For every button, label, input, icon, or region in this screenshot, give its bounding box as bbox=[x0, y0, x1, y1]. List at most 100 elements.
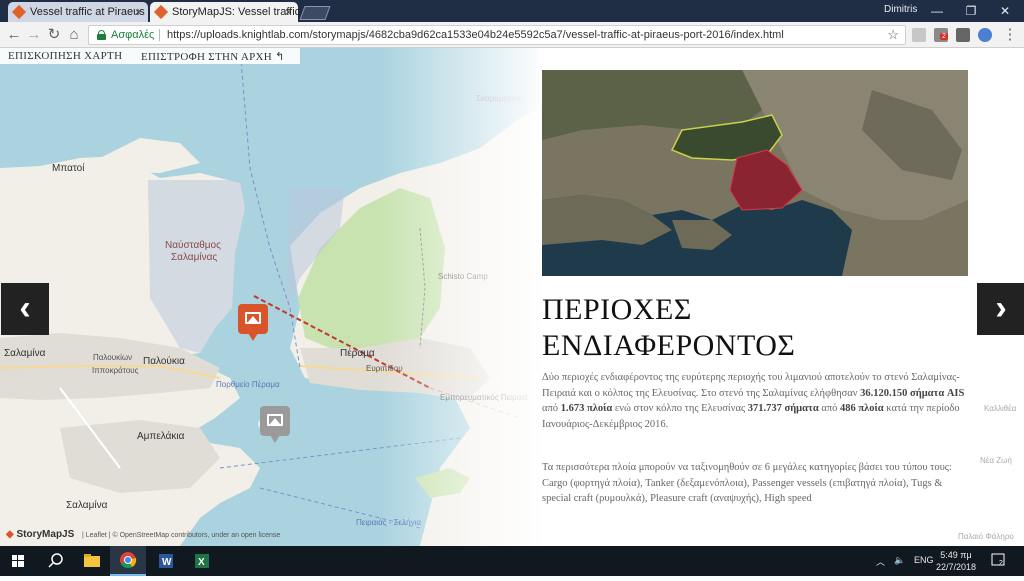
story-marker[interactable] bbox=[260, 406, 290, 443]
extension-notify-icon[interactable]: 2 bbox=[934, 28, 948, 42]
taskbar: W X ︿ 🔈 ENG 5:49 πμ 22/7/2018 2 bbox=[0, 546, 1024, 576]
tab-label: Vessel traffic at Piraeus p bbox=[30, 6, 148, 18]
p1-text-g: από bbox=[818, 403, 840, 414]
clock-date: 22/7/2018 bbox=[935, 562, 977, 572]
slide-paragraph-1: Δύο περιοχές ενδιαφέροντος της ευρύτερης… bbox=[542, 370, 972, 432]
start-button[interactable] bbox=[0, 546, 36, 576]
reload-button[interactable]: ↻ bbox=[44, 25, 64, 45]
file-explorer-button[interactable] bbox=[74, 546, 110, 576]
notifications-button[interactable]: 2 bbox=[990, 552, 1006, 568]
tab-label: StoryMapJS: Vessel traffic bbox=[172, 6, 298, 18]
search-icon bbox=[48, 553, 63, 568]
overview-button[interactable]: ΕΠΙΣΚΟΠΗΣΗ ΧΑΡΤΗ bbox=[8, 50, 122, 62]
restore-button[interactable]: ❐ bbox=[954, 0, 988, 22]
volume-icon[interactable]: 🔈 bbox=[894, 555, 905, 566]
map-label-perama: Πέραμα bbox=[340, 348, 375, 359]
clock[interactable]: 5:49 πμ 22/7/2018 bbox=[934, 549, 978, 573]
basemap bbox=[0, 48, 540, 546]
map-panel[interactable]: Μπατοί Ναύσταθμος Σαλαμίνας Schisto Camp… bbox=[0, 48, 540, 546]
svg-text:W: W bbox=[162, 557, 172, 568]
map-label-naval-base: Ναύσταθμος bbox=[165, 240, 221, 251]
slide-headline: ΠΕΡΙΟΧΕΣ ΕΝΔΙΑΦΕΡΟΝΤΟΣ bbox=[542, 292, 972, 364]
map-label-mpatoi: Μπατοί bbox=[52, 163, 85, 174]
profile-name[interactable]: Dimitris bbox=[884, 4, 917, 15]
minimize-button[interactable]: — bbox=[920, 0, 954, 22]
headline-line-2: ΕΝΔΙΑΦΕΡΟΝΤΟΣ bbox=[542, 329, 796, 362]
map-label-kallithea: Καλλιθέα bbox=[984, 404, 1017, 413]
lock-icon bbox=[97, 30, 106, 40]
browser-toolbar: ← → ↻ ⌂ Ασφαλές https://uploads.knightla… bbox=[0, 22, 1024, 48]
map-label-route-selinia: Πειραιάς - Σελήνια bbox=[356, 518, 422, 527]
camera-extension-icon[interactable] bbox=[956, 28, 970, 42]
excel-icon: X bbox=[195, 554, 209, 568]
new-tab-button[interactable] bbox=[299, 6, 331, 20]
tray-chevron-icon[interactable]: ︿ bbox=[876, 555, 885, 568]
chrome-icon bbox=[120, 552, 137, 569]
url-text[interactable]: https://uploads.knightlab.com/storymapjs… bbox=[167, 26, 784, 44]
map-label-ampelakia: Αμπελάκια bbox=[137, 431, 185, 442]
word-taskbar-button[interactable]: W bbox=[148, 546, 184, 576]
language-indicator[interactable]: ENG bbox=[914, 555, 934, 565]
storymapjs-logo[interactable]: ◆ StoryMapJS bbox=[6, 529, 74, 540]
tab-close-icon[interactable]: × bbox=[135, 2, 142, 22]
tab-storymapjs[interactable]: StoryMapJS: Vessel traffic × bbox=[150, 2, 298, 22]
map-label-road-ippokratous: Ιπποκράτους bbox=[92, 366, 139, 375]
map-label-paloukia: Παλούκια bbox=[143, 356, 185, 367]
clock-time: 5:49 πμ bbox=[940, 550, 972, 560]
word-icon: W bbox=[159, 554, 173, 568]
map-label-salamina-west: Σαλαμίνα bbox=[4, 348, 46, 359]
extension-icon[interactable] bbox=[912, 28, 926, 42]
headline-line-1: ΠΕΡΙΟΧΕΣ bbox=[542, 293, 692, 326]
search-taskbar-button[interactable] bbox=[38, 546, 74, 576]
tab-close-icon[interactable]: × bbox=[285, 2, 292, 22]
p1-eleusis-signals: 371.737 σήματα bbox=[747, 403, 819, 414]
excel-taskbar-button[interactable]: X bbox=[184, 546, 220, 576]
storymap-logo-icon: ◆ bbox=[6, 529, 14, 540]
image-icon bbox=[245, 312, 261, 324]
chrome-taskbar-button[interactable] bbox=[110, 546, 146, 576]
map-label-salamina-south: Σαλαμίνα bbox=[66, 500, 108, 511]
previous-slide-button[interactable]: ‹ bbox=[1, 283, 49, 335]
divider bbox=[159, 29, 160, 41]
map-label-road-palouki: Παλουκίων bbox=[93, 353, 133, 362]
extension-badge: 2 bbox=[940, 33, 948, 40]
profile-extension-icon[interactable] bbox=[978, 28, 992, 42]
address-bar[interactable]: Ασφαλές https://uploads.knightlab.com/st… bbox=[88, 25, 906, 45]
close-window-button[interactable]: ✕ bbox=[988, 0, 1022, 22]
p1-vessels: 1.673 πλοία bbox=[560, 403, 613, 414]
storymap-brand: StoryMapJS bbox=[16, 529, 75, 540]
p1-text-e: ενώ στον κόλπο της Ελευσίνας bbox=[612, 403, 748, 414]
satellite-image bbox=[542, 70, 968, 276]
favicon-icon bbox=[153, 4, 169, 20]
p1-text-c: από bbox=[542, 403, 561, 414]
bookmark-star-icon[interactable]: ☆ bbox=[887, 26, 899, 44]
map-attribution[interactable]: | Leaflet | © OpenStreetMap contributors… bbox=[82, 532, 280, 539]
secure-label: Ασφαλές bbox=[111, 29, 155, 41]
menu-dots-icon[interactable]: ⋮ bbox=[1000, 25, 1020, 45]
map-label-freight-port: Εμπορευματικός Πειραιά bbox=[440, 393, 528, 402]
forward-button[interactable]: → bbox=[24, 25, 44, 45]
next-slide-button[interactable]: › bbox=[977, 283, 1024, 335]
slide-image bbox=[542, 70, 968, 276]
p1-ais-signals: 36.120.150 σήματα AIS bbox=[860, 387, 965, 399]
slide-paragraph-2: Τα περισσότερα πλοία μπορούν να ταξινομη… bbox=[542, 462, 952, 504]
map-label-ferry: Πορθμείο Πέραμα bbox=[216, 380, 280, 389]
map-label-skaramangas: Σκαραμαγκάς bbox=[476, 94, 525, 103]
story-marker-active[interactable] bbox=[238, 304, 268, 341]
svg-text:X: X bbox=[198, 557, 205, 568]
favicon-icon bbox=[11, 4, 27, 20]
image-icon bbox=[267, 414, 283, 426]
back-button[interactable]: ← bbox=[4, 25, 24, 45]
back-to-start-button[interactable]: ΕΠΙΣΤΡΟΦΗ ΣΤΗΝ ΑΡΧΗ ↰ bbox=[141, 50, 285, 63]
home-button[interactable]: ⌂ bbox=[64, 25, 84, 45]
p1-eleusis-vessels: 486 πλοία bbox=[840, 403, 884, 414]
folder-icon bbox=[84, 554, 100, 567]
tab-vessel-traffic[interactable]: Vessel traffic at Piraeus p × bbox=[8, 2, 148, 22]
notification-icon bbox=[991, 553, 1005, 566]
windows-icon bbox=[12, 555, 24, 567]
notification-count: 2 bbox=[999, 560, 1003, 567]
map-label-faliro: Παλαιό Φάληρο bbox=[958, 532, 1014, 541]
map-label-schisto: Schisto Camp bbox=[438, 272, 488, 281]
map-label-naval-base-2: Σαλαμίνας bbox=[171, 252, 218, 263]
map-label-nea-zoi: Νέα Ζωή bbox=[980, 456, 1012, 465]
